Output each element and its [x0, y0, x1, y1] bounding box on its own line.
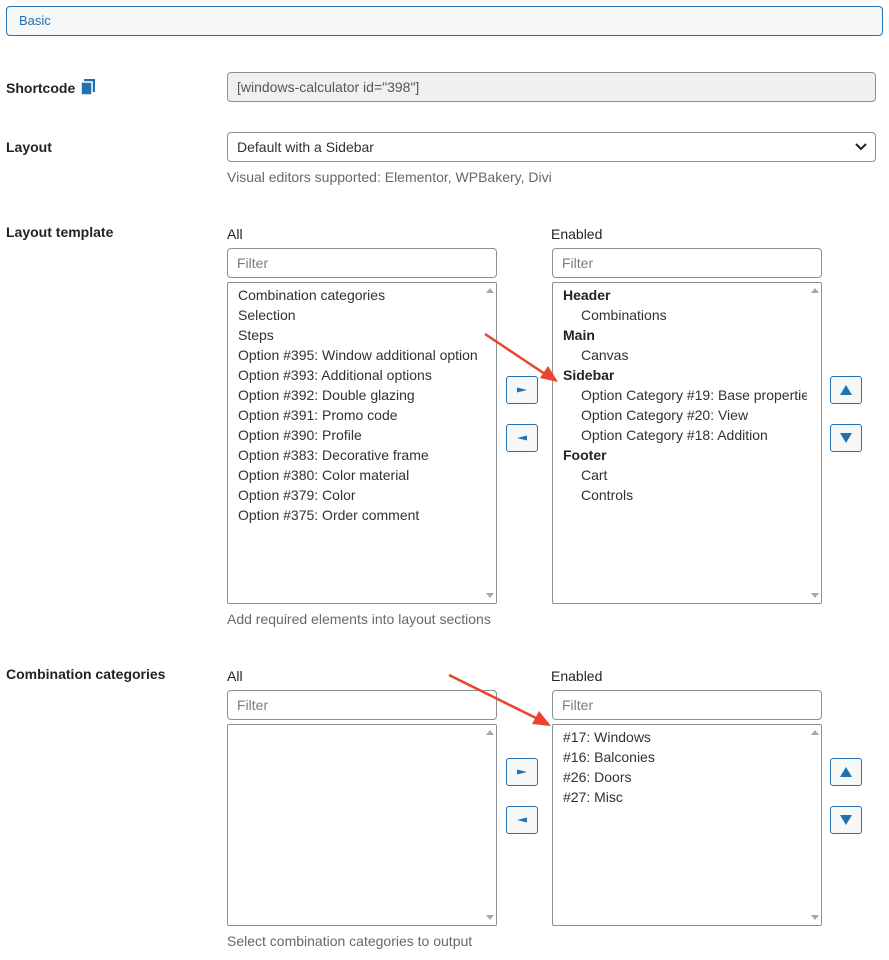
layout-template-enabled-list[interactable]: Header Combinations Main Canvas Sidebar Optio…	[552, 282, 822, 604]
shortcode-label: Shortcode	[6, 79, 96, 98]
list-item[interactable]: Option #391: Promo code	[238, 405, 482, 425]
arrow-left-icon	[517, 435, 527, 441]
move-left-button[interactable]	[506, 424, 538, 452]
tab-basic[interactable]: Basic	[6, 6, 883, 36]
list-item[interactable]: Combination categories	[238, 285, 482, 305]
list-item[interactable]: Option Category #20: View	[563, 405, 807, 425]
arrow-up-icon	[840, 385, 852, 395]
list-item[interactable]: Option #392: Double glazing	[238, 385, 482, 405]
combination-categories-description: Select combination categories to output	[227, 933, 473, 949]
chevron-down-icon	[855, 143, 867, 151]
list-group-heading[interactable]: Footer	[563, 445, 807, 465]
arrow-down-icon	[840, 433, 852, 443]
list-group-heading[interactable]: Header	[563, 285, 807, 305]
copy-icon[interactable]	[80, 79, 96, 98]
move-left-button[interactable]	[506, 806, 538, 834]
move-up-button[interactable]	[830, 758, 862, 786]
scrollbar[interactable]	[483, 283, 496, 603]
list-item[interactable]: Combinations	[563, 305, 807, 325]
layout-template-enabled-heading: Enabled	[551, 226, 603, 242]
move-right-button[interactable]	[506, 376, 538, 404]
combination-categories-all-filter[interactable]: Filter	[227, 690, 497, 720]
move-down-button[interactable]	[830, 424, 862, 452]
list-item[interactable]: Controls	[563, 485, 807, 505]
shortcode-field[interactable]: [windows-calculator id="398"]	[227, 72, 876, 102]
list-item[interactable]: Steps	[238, 325, 482, 345]
annotation-arrowhead	[532, 711, 551, 726]
layout-select-value: Default with a Sidebar	[237, 139, 374, 155]
scrollbar[interactable]	[808, 283, 821, 603]
arrow-up-icon	[840, 767, 852, 777]
arrow-down-icon	[840, 815, 852, 825]
list-group-heading[interactable]: Main	[563, 325, 807, 345]
layout-description: Visual editors supported: Elementor, WPB…	[227, 169, 552, 185]
arrow-right-icon	[517, 387, 527, 393]
list-item[interactable]: Option #390: Profile	[238, 425, 482, 445]
layout-template-enabled-filter[interactable]: Filter	[552, 248, 822, 278]
list-item[interactable]: Option #395: Window additional option	[238, 345, 482, 365]
combination-categories-label: Combination categories	[6, 666, 166, 682]
move-down-button[interactable]	[830, 806, 862, 834]
list-item[interactable]: #27: Misc	[563, 787, 807, 807]
layout-template-description: Add required elements into layout sectio…	[227, 611, 491, 627]
move-up-button[interactable]	[830, 376, 862, 404]
combination-categories-all-list[interactable]	[227, 724, 497, 926]
combination-categories-enabled-list[interactable]: #17: Windows #16: Balconies #26: Doors #27:…	[552, 724, 822, 926]
move-right-button[interactable]	[506, 758, 538, 786]
list-item[interactable]: Option #383: Decorative frame	[238, 445, 482, 465]
list-item[interactable]: #17: Windows	[563, 727, 807, 747]
list-item[interactable]: Option #379: Color	[238, 485, 482, 505]
layout-label: Layout	[6, 139, 52, 155]
list-item[interactable]: Option #380: Color material	[238, 465, 482, 485]
scrollbar[interactable]	[483, 725, 496, 925]
list-item[interactable]: #26: Doors	[563, 767, 807, 787]
layout-select[interactable]: Default with a Sidebar	[227, 132, 876, 162]
layout-template-all-list[interactable]: Combination categories Selection Steps Opti…	[227, 282, 497, 604]
list-item[interactable]: Option #393: Additional options	[238, 365, 482, 385]
combination-categories-enabled-filter[interactable]: Filter	[552, 690, 822, 720]
list-item[interactable]: Canvas	[563, 345, 807, 365]
list-item[interactable]: Option #375: Order comment	[238, 505, 482, 525]
list-item[interactable]: Option Category #19: Base properties	[563, 385, 807, 405]
list-item[interactable]: #16: Balconies	[563, 747, 807, 767]
layout-template-all-filter[interactable]: Filter	[227, 248, 497, 278]
layout-template-label: Layout template	[6, 224, 114, 240]
shortcode-label-text: Shortcode	[6, 80, 76, 96]
scrollbar[interactable]	[808, 725, 821, 925]
combination-categories-all-heading: All	[227, 668, 243, 684]
list-item[interactable]: Cart	[563, 465, 807, 485]
layout-template-all-heading: All	[227, 226, 243, 242]
list-group-heading[interactable]: Sidebar	[563, 365, 807, 385]
combination-categories-enabled-heading: Enabled	[551, 668, 603, 684]
arrow-left-icon	[517, 817, 527, 823]
list-item[interactable]: Option Category #18: Addition	[563, 425, 807, 445]
arrow-right-icon	[517, 769, 527, 775]
list-item[interactable]: Selection	[238, 305, 482, 325]
